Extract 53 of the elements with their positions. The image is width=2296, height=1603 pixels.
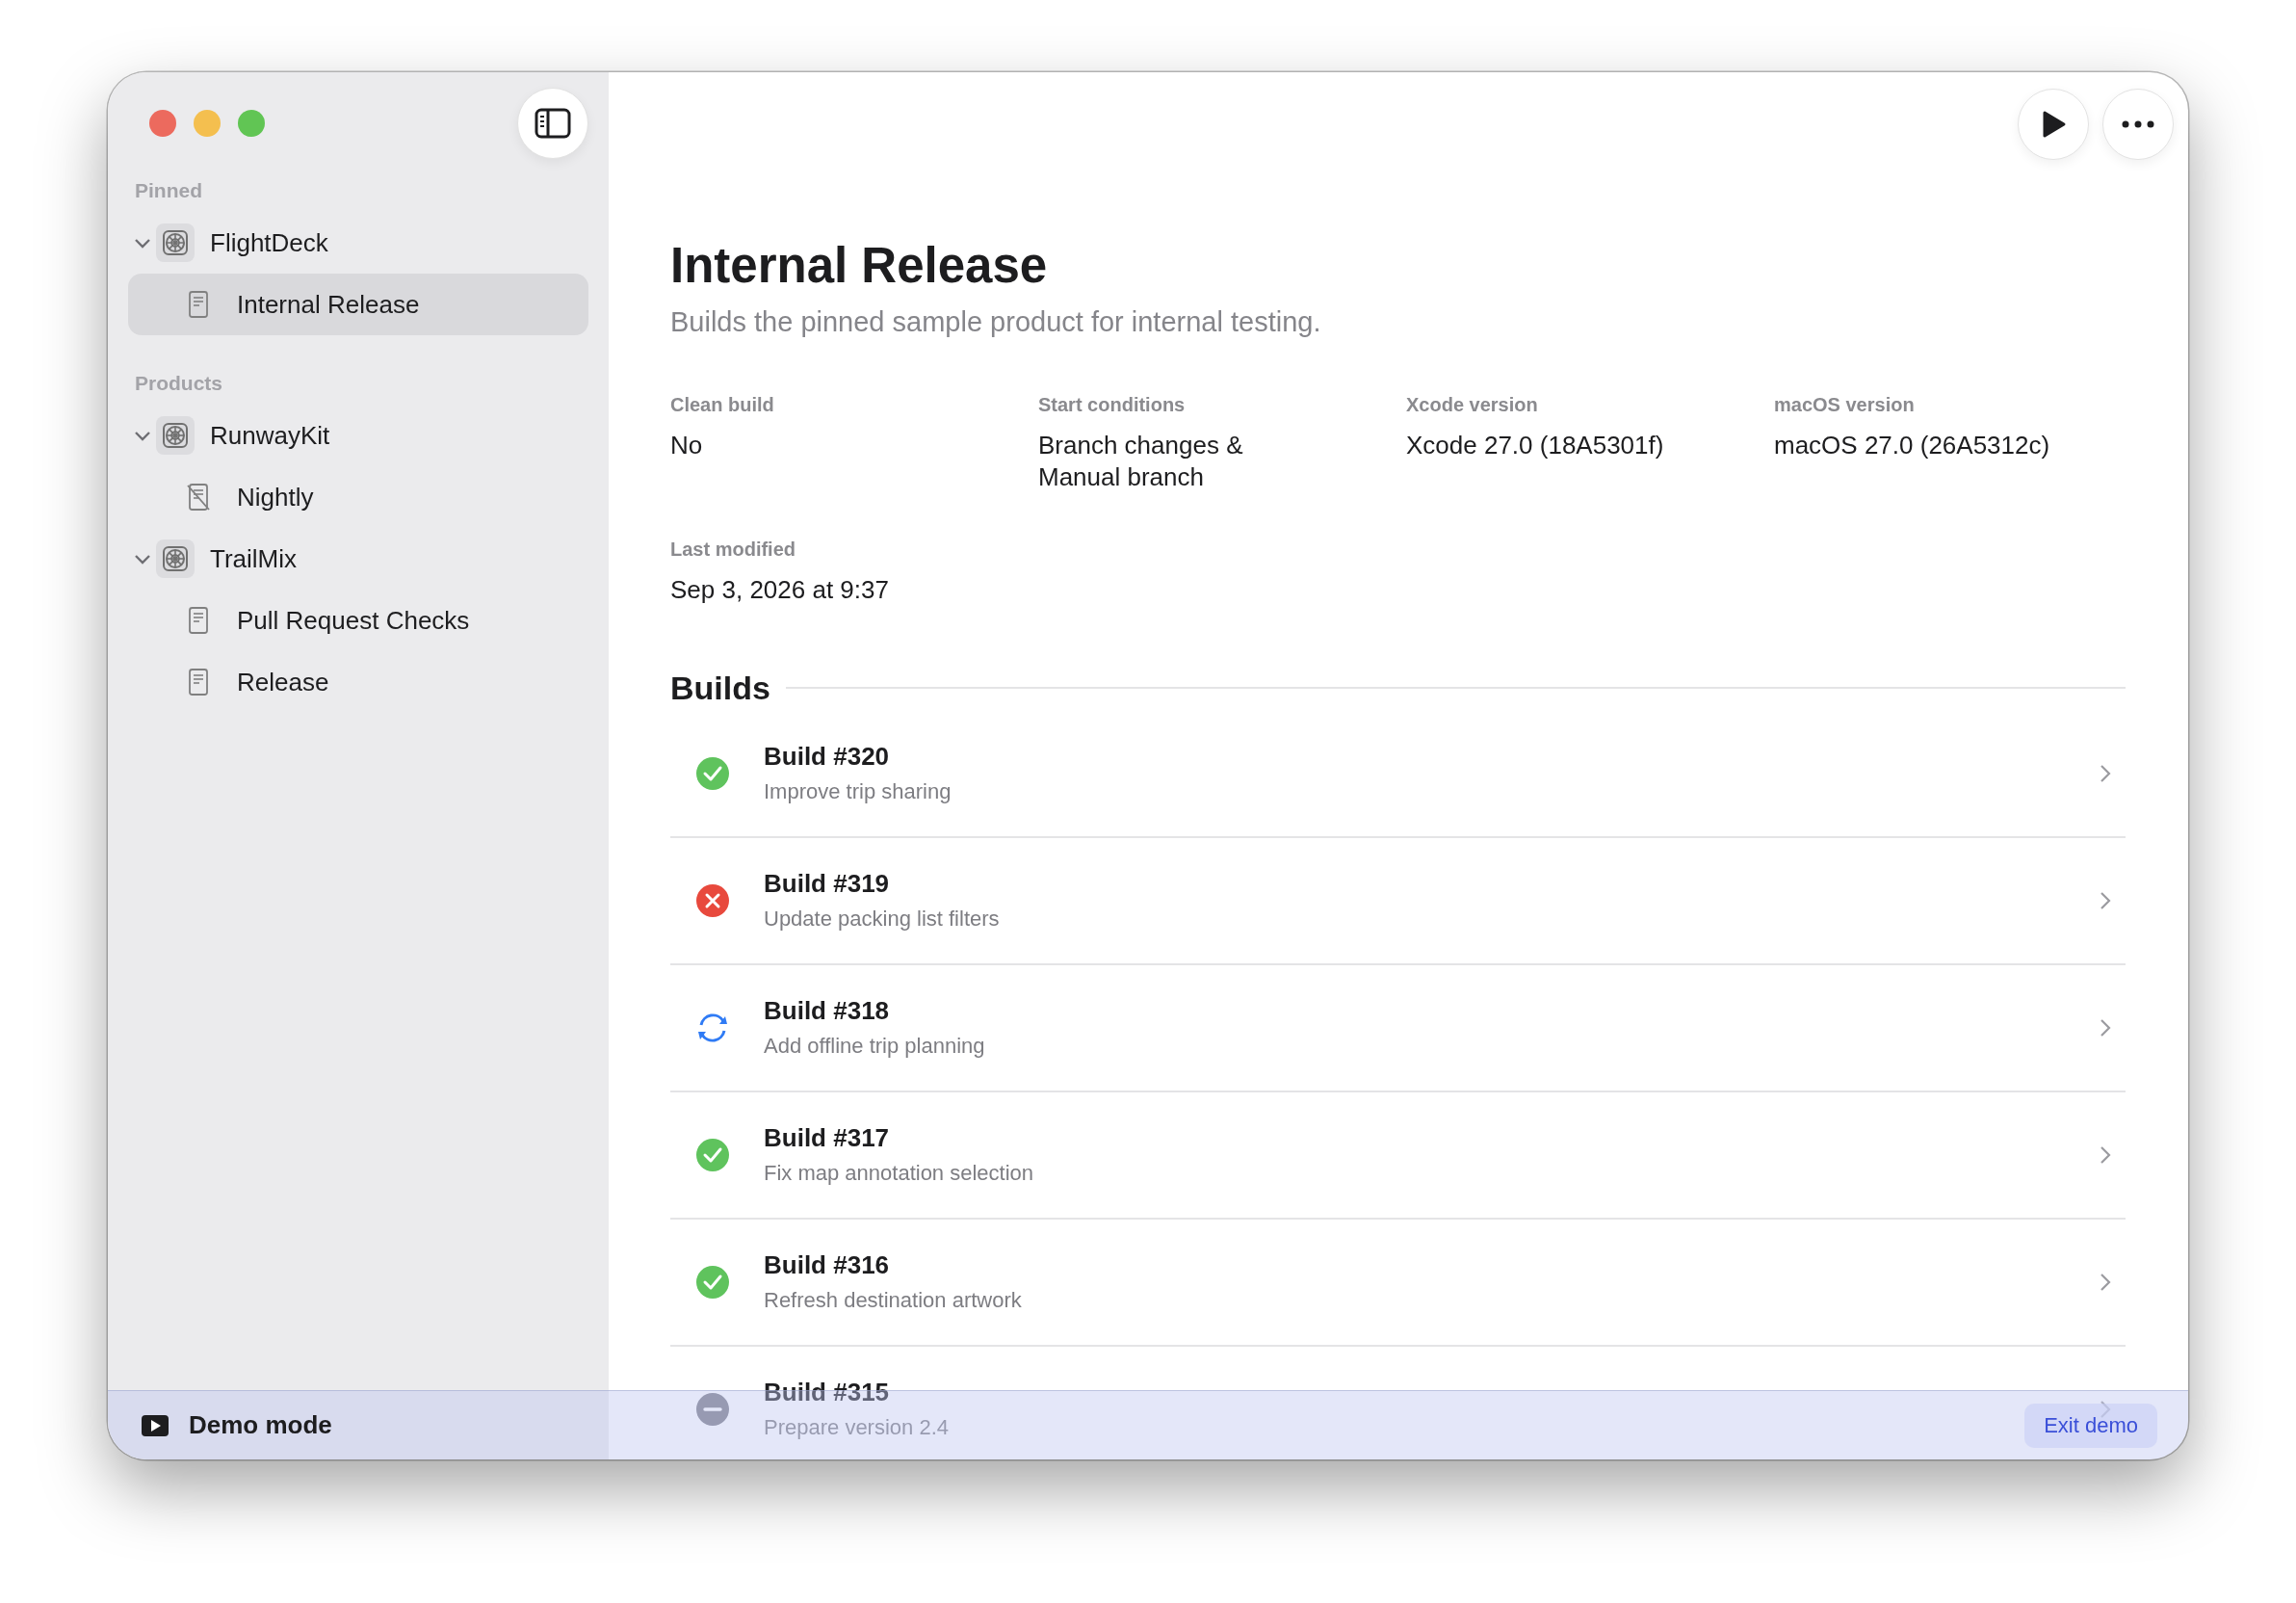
chevron-right-icon[interactable] [2099, 1143, 2112, 1166]
page-subtitle: Builds the pinned sample product for internal testing. [670, 306, 1322, 339]
chevron-right-icon[interactable] [2099, 1271, 2112, 1293]
sidebar-icon [535, 108, 571, 139]
zoom-button[interactable] [238, 110, 265, 137]
chevron-right-icon[interactable] [2099, 889, 2112, 911]
detail-label: Last modified [670, 539, 796, 562]
chevron-icon[interactable] [134, 237, 151, 249]
detail-value: Xcode 27.0 (18A5301f) [1406, 430, 1665, 461]
build-title: Build #320 [764, 742, 890, 773]
detail-label: macOS version [1774, 394, 1916, 417]
chevron-icon[interactable] [134, 430, 151, 441]
build-message: Fix map annotation selection [764, 1161, 1034, 1187]
section-header: Pinned [134, 178, 203, 203]
sidebar-item[interactable]: Pull Request Checks [128, 590, 588, 651]
build-title: Build #316 [764, 1250, 890, 1281]
close-button[interactable] [149, 110, 176, 137]
chevron-right-icon[interactable] [2099, 1016, 2112, 1038]
detail-value: Branch changes & Manual branch [1038, 430, 1244, 493]
build-message: Add offline trip planning [764, 1034, 985, 1060]
play-icon [141, 1413, 170, 1437]
page-title: Internal Release [670, 239, 1049, 294]
build-title: Build #319 [764, 869, 890, 900]
detail-label: Xcode version [1406, 394, 1539, 417]
chevron-right-icon[interactable] [2099, 762, 2112, 784]
sidebar-item[interactable]: TrailMix [128, 528, 588, 590]
more-icon [2122, 120, 2154, 128]
product-icon [156, 416, 195, 455]
product-icon [156, 539, 195, 578]
build-message: Refresh destination artwork [764, 1288, 1022, 1314]
build-message: Update packing list filters [764, 907, 1000, 933]
chevron-icon[interactable] [134, 553, 151, 565]
detail-label: Start conditions [1038, 394, 1187, 417]
exit-demo-button[interactable]: Exit demo [2024, 1403, 2157, 1448]
build-title: Build #315 [764, 1378, 890, 1408]
sidebar-item[interactable]: RunwayKit [128, 405, 588, 466]
detail-value: Sep 3, 2026 at 9:37 [670, 574, 890, 606]
section-title: Builds [670, 669, 770, 707]
detail-value: macOS 27.0 (26A5312c) [1774, 430, 2051, 461]
sidebar-item[interactable]: Nightly [128, 466, 588, 528]
demo-mode-label: Demo mode [189, 1410, 332, 1440]
section-header: Products [134, 371, 223, 396]
sidebar-item[interactable]: Release [128, 651, 588, 713]
sidebar-item[interactable]: Internal Release [128, 274, 588, 335]
product-icon [156, 223, 195, 262]
detail-label: Clean build [670, 394, 775, 417]
build-title: Build #318 [764, 996, 890, 1027]
build-message: Prepare version 2.4 [764, 1415, 949, 1441]
detail-value: No [670, 430, 704, 461]
sidebar-item[interactable]: FlightDeck [128, 212, 588, 274]
minimize-button[interactable] [194, 110, 221, 137]
build-title: Build #317 [764, 1123, 890, 1154]
build-message: Improve trip sharing [764, 779, 952, 805]
